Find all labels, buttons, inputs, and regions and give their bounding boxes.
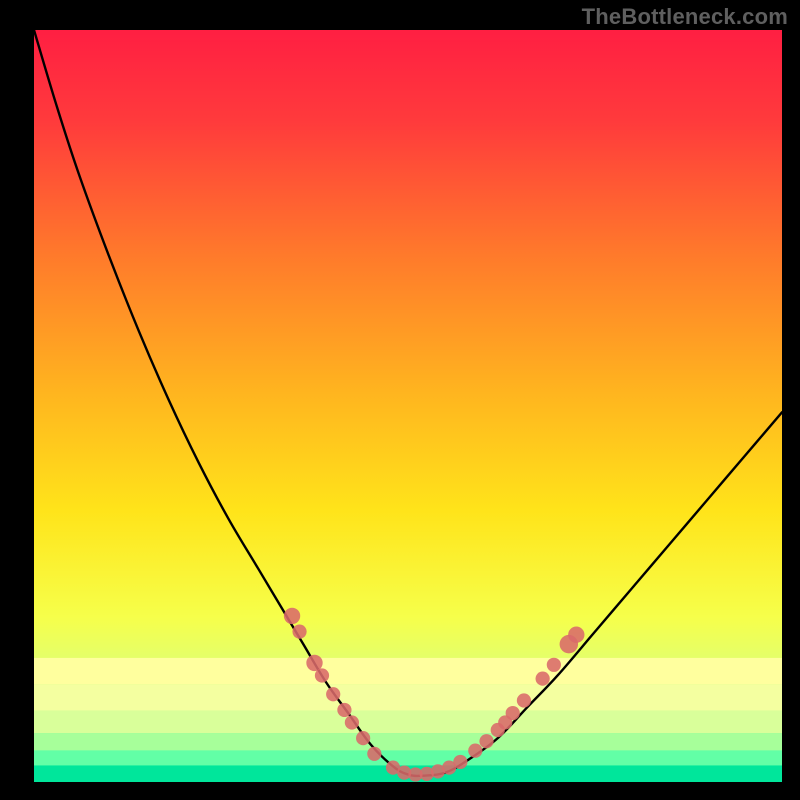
bottleneck-chart [34,30,782,782]
marker-point [479,734,493,748]
band-1 [34,684,782,710]
marker-point [315,668,329,682]
marker-point [326,687,340,701]
marker-point [345,715,359,729]
marker-point [367,747,381,761]
chart-frame: TheBottleneck.com [0,0,800,800]
marker-point [292,624,306,638]
marker-point [337,703,351,717]
watermark-text: TheBottleneck.com [582,4,788,30]
marker-point [284,608,300,624]
marker-point [517,693,531,707]
marker-point [356,731,370,745]
band-2 [34,711,782,734]
band-0 [34,658,782,684]
marker-point [568,627,584,643]
marker-point [453,755,467,769]
marker-point [468,744,482,758]
band-4 [34,750,782,765]
marker-point [506,706,520,720]
plot-area [34,30,782,782]
band-3 [34,733,782,750]
marker-point [536,671,550,685]
marker-point [547,658,561,672]
